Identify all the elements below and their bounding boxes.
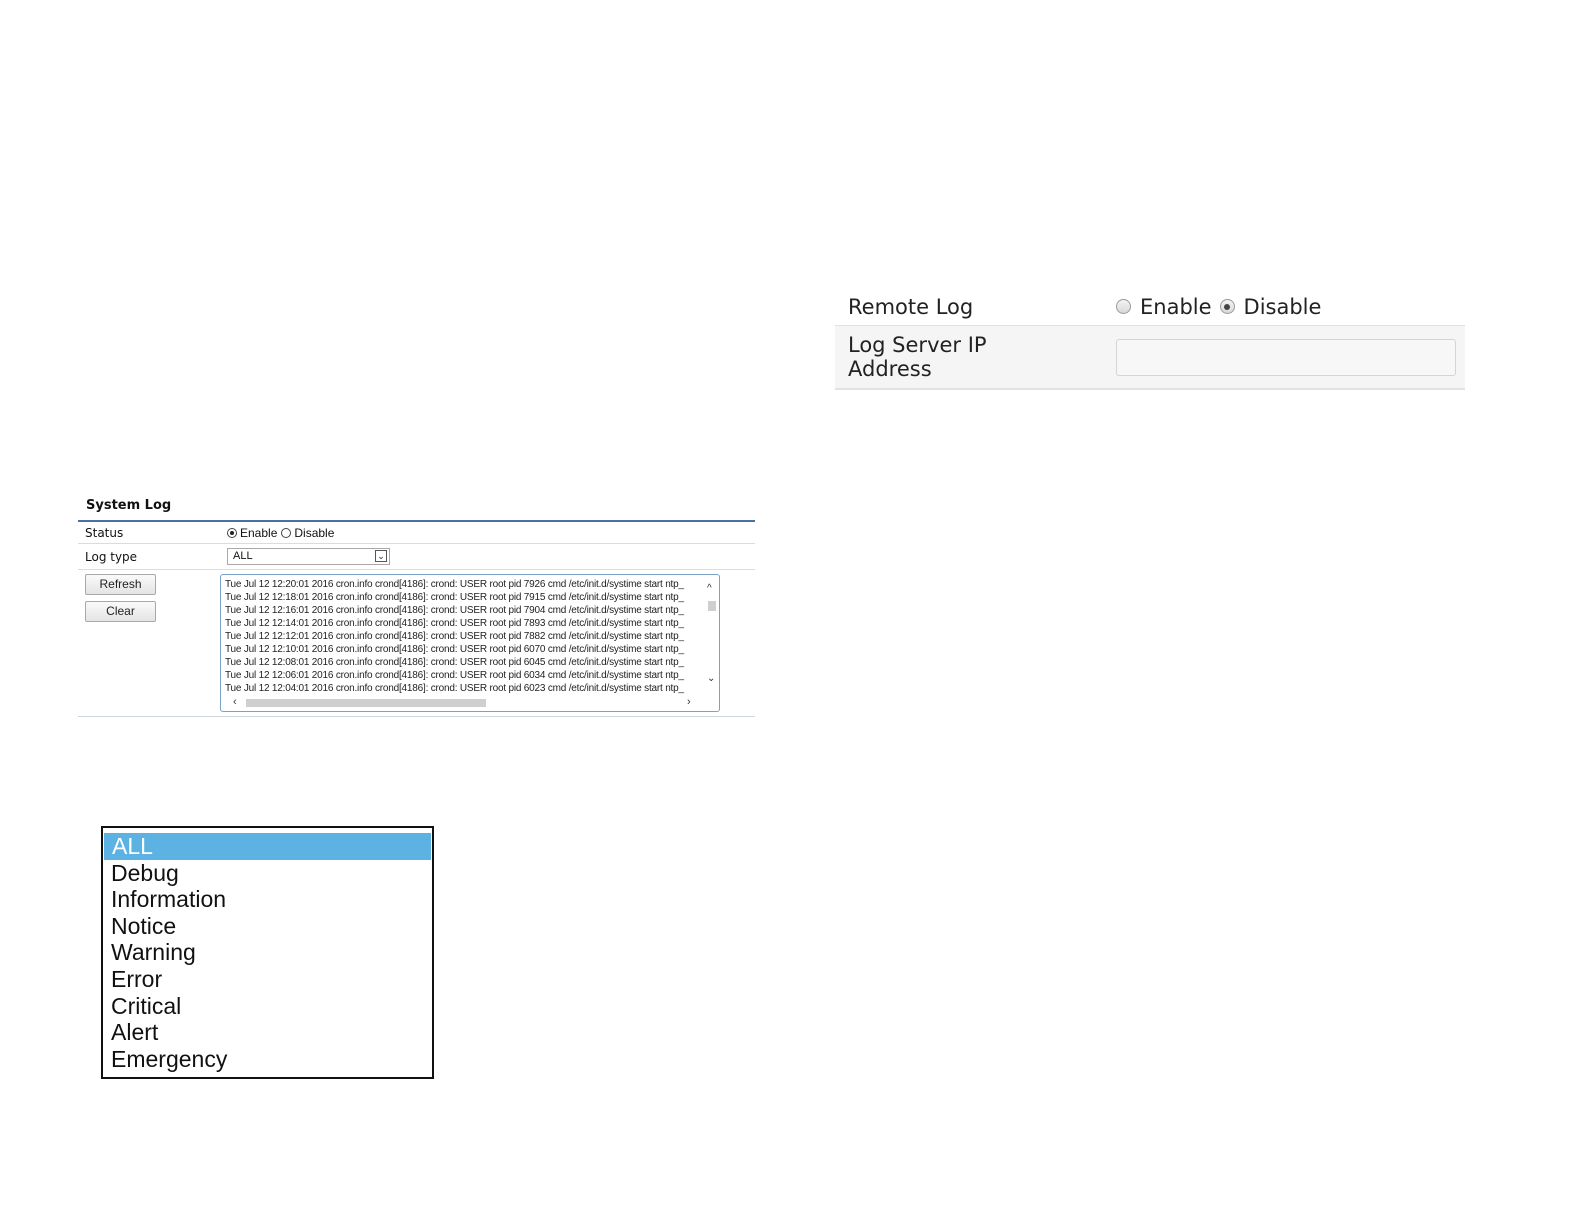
log-type-select[interactable]: ALL ⌄ (227, 548, 390, 565)
system-log-title: System Log (86, 498, 172, 513)
vertical-scroll-thumb[interactable] (708, 601, 716, 611)
remote-log-enable-radio[interactable] (1116, 299, 1131, 314)
chevron-right-icon[interactable]: › (687, 696, 691, 708)
status-disable-label[interactable]: Disable (294, 526, 334, 540)
status-row: Status Enable Disable (78, 522, 755, 544)
status-enable-radio[interactable] (227, 527, 237, 538)
log-server-ip-row: Log Server IP Address (835, 326, 1465, 390)
remote-log-label: Remote Log (848, 294, 974, 319)
log-server-ip-label-line2: Address (848, 357, 932, 381)
log-type-row: Log type ALL ⌄ (78, 544, 755, 570)
log-line: Tue Jul 12 12:20:01 2016 cron.info crond… (225, 579, 684, 590)
remote-log-disable-label[interactable]: Disable (1244, 295, 1322, 319)
dropdown-option-alert[interactable]: Alert (103, 1019, 432, 1046)
dropdown-option-error[interactable]: Error (103, 966, 432, 993)
chevron-down-icon[interactable]: ⌄ (707, 673, 715, 684)
chevron-left-icon[interactable]: ‹ (233, 696, 237, 708)
log-line: Tue Jul 12 12:12:01 2016 cron.info crond… (225, 631, 684, 642)
dropdown-option-warning[interactable]: Warning (103, 939, 432, 966)
remote-log-disable-radio[interactable] (1219, 299, 1235, 314)
vertical-scrollbar[interactable]: ^ ⌄ (705, 575, 719, 697)
dropdown-option-all[interactable]: ALL (104, 833, 431, 860)
chevron-down-icon[interactable]: ⌄ (375, 550, 387, 562)
log-lines: Tue Jul 12 12:20:01 2016 cron.info crond… (225, 578, 705, 695)
log-line: Tue Jul 12 12:14:01 2016 cron.info crond… (225, 618, 684, 629)
system-log-panel: System Log Status Enable Disable Log typ… (78, 492, 755, 717)
log-textarea[interactable]: Tue Jul 12 12:20:01 2016 cron.info crond… (220, 574, 720, 712)
log-type-value: ALL (233, 550, 253, 562)
status-enable-label[interactable]: Enable (240, 526, 277, 540)
status-radio-group: Enable Disable (227, 526, 338, 540)
remote-log-panel: Remote Log Enable Disable Log Server IP … (835, 288, 1465, 390)
log-server-ip-label: Log Server IP Address (835, 333, 1116, 381)
log-type-dropdown-list[interactable]: ALL Debug Information Notice Warning Err… (101, 826, 434, 1079)
remote-log-radio-group: Enable Disable (1116, 295, 1329, 319)
remote-log-row: Remote Log Enable Disable (835, 288, 1465, 326)
log-server-ip-input[interactable] (1116, 338, 1456, 376)
dropdown-option-emergency[interactable]: Emergency (103, 1046, 432, 1073)
chevron-up-icon[interactable]: ^ (707, 583, 712, 594)
log-line: Tue Jul 12 12:06:01 2016 cron.info crond… (225, 670, 684, 681)
log-area-row: Refresh Clear Tue Jul 12 12:20:01 2016 c… (78, 570, 755, 717)
log-line: Tue Jul 12 12:04:01 2016 cron.info crond… (225, 683, 684, 694)
log-type-label: Log type (85, 549, 138, 564)
dropdown-option-debug[interactable]: Debug (103, 860, 432, 887)
dropdown-option-critical[interactable]: Critical (103, 993, 432, 1020)
refresh-button[interactable]: Refresh (85, 574, 156, 595)
log-server-ip-label-line1: Log Server IP (848, 333, 987, 357)
dropdown-option-information[interactable]: Information (103, 886, 432, 913)
log-line: Tue Jul 12 12:08:01 2016 cron.info crond… (225, 657, 684, 668)
log-line: Tue Jul 12 12:10:01 2016 cron.info crond… (225, 644, 684, 655)
horizontal-scrollbar[interactable]: ‹ › (221, 695, 719, 711)
log-line: Tue Jul 12 12:16:01 2016 cron.info crond… (225, 605, 684, 616)
log-buttons: Refresh Clear (78, 570, 220, 628)
horizontal-scroll-thumb[interactable] (246, 699, 486, 707)
status-disable-radio[interactable] (281, 527, 292, 538)
remote-log-enable-label[interactable]: Enable (1140, 295, 1212, 319)
status-label: Status (85, 525, 124, 540)
log-line: Tue Jul 12 12:18:01 2016 cron.info crond… (225, 592, 684, 603)
clear-button[interactable]: Clear (85, 601, 156, 622)
dropdown-option-notice[interactable]: Notice (103, 913, 432, 940)
